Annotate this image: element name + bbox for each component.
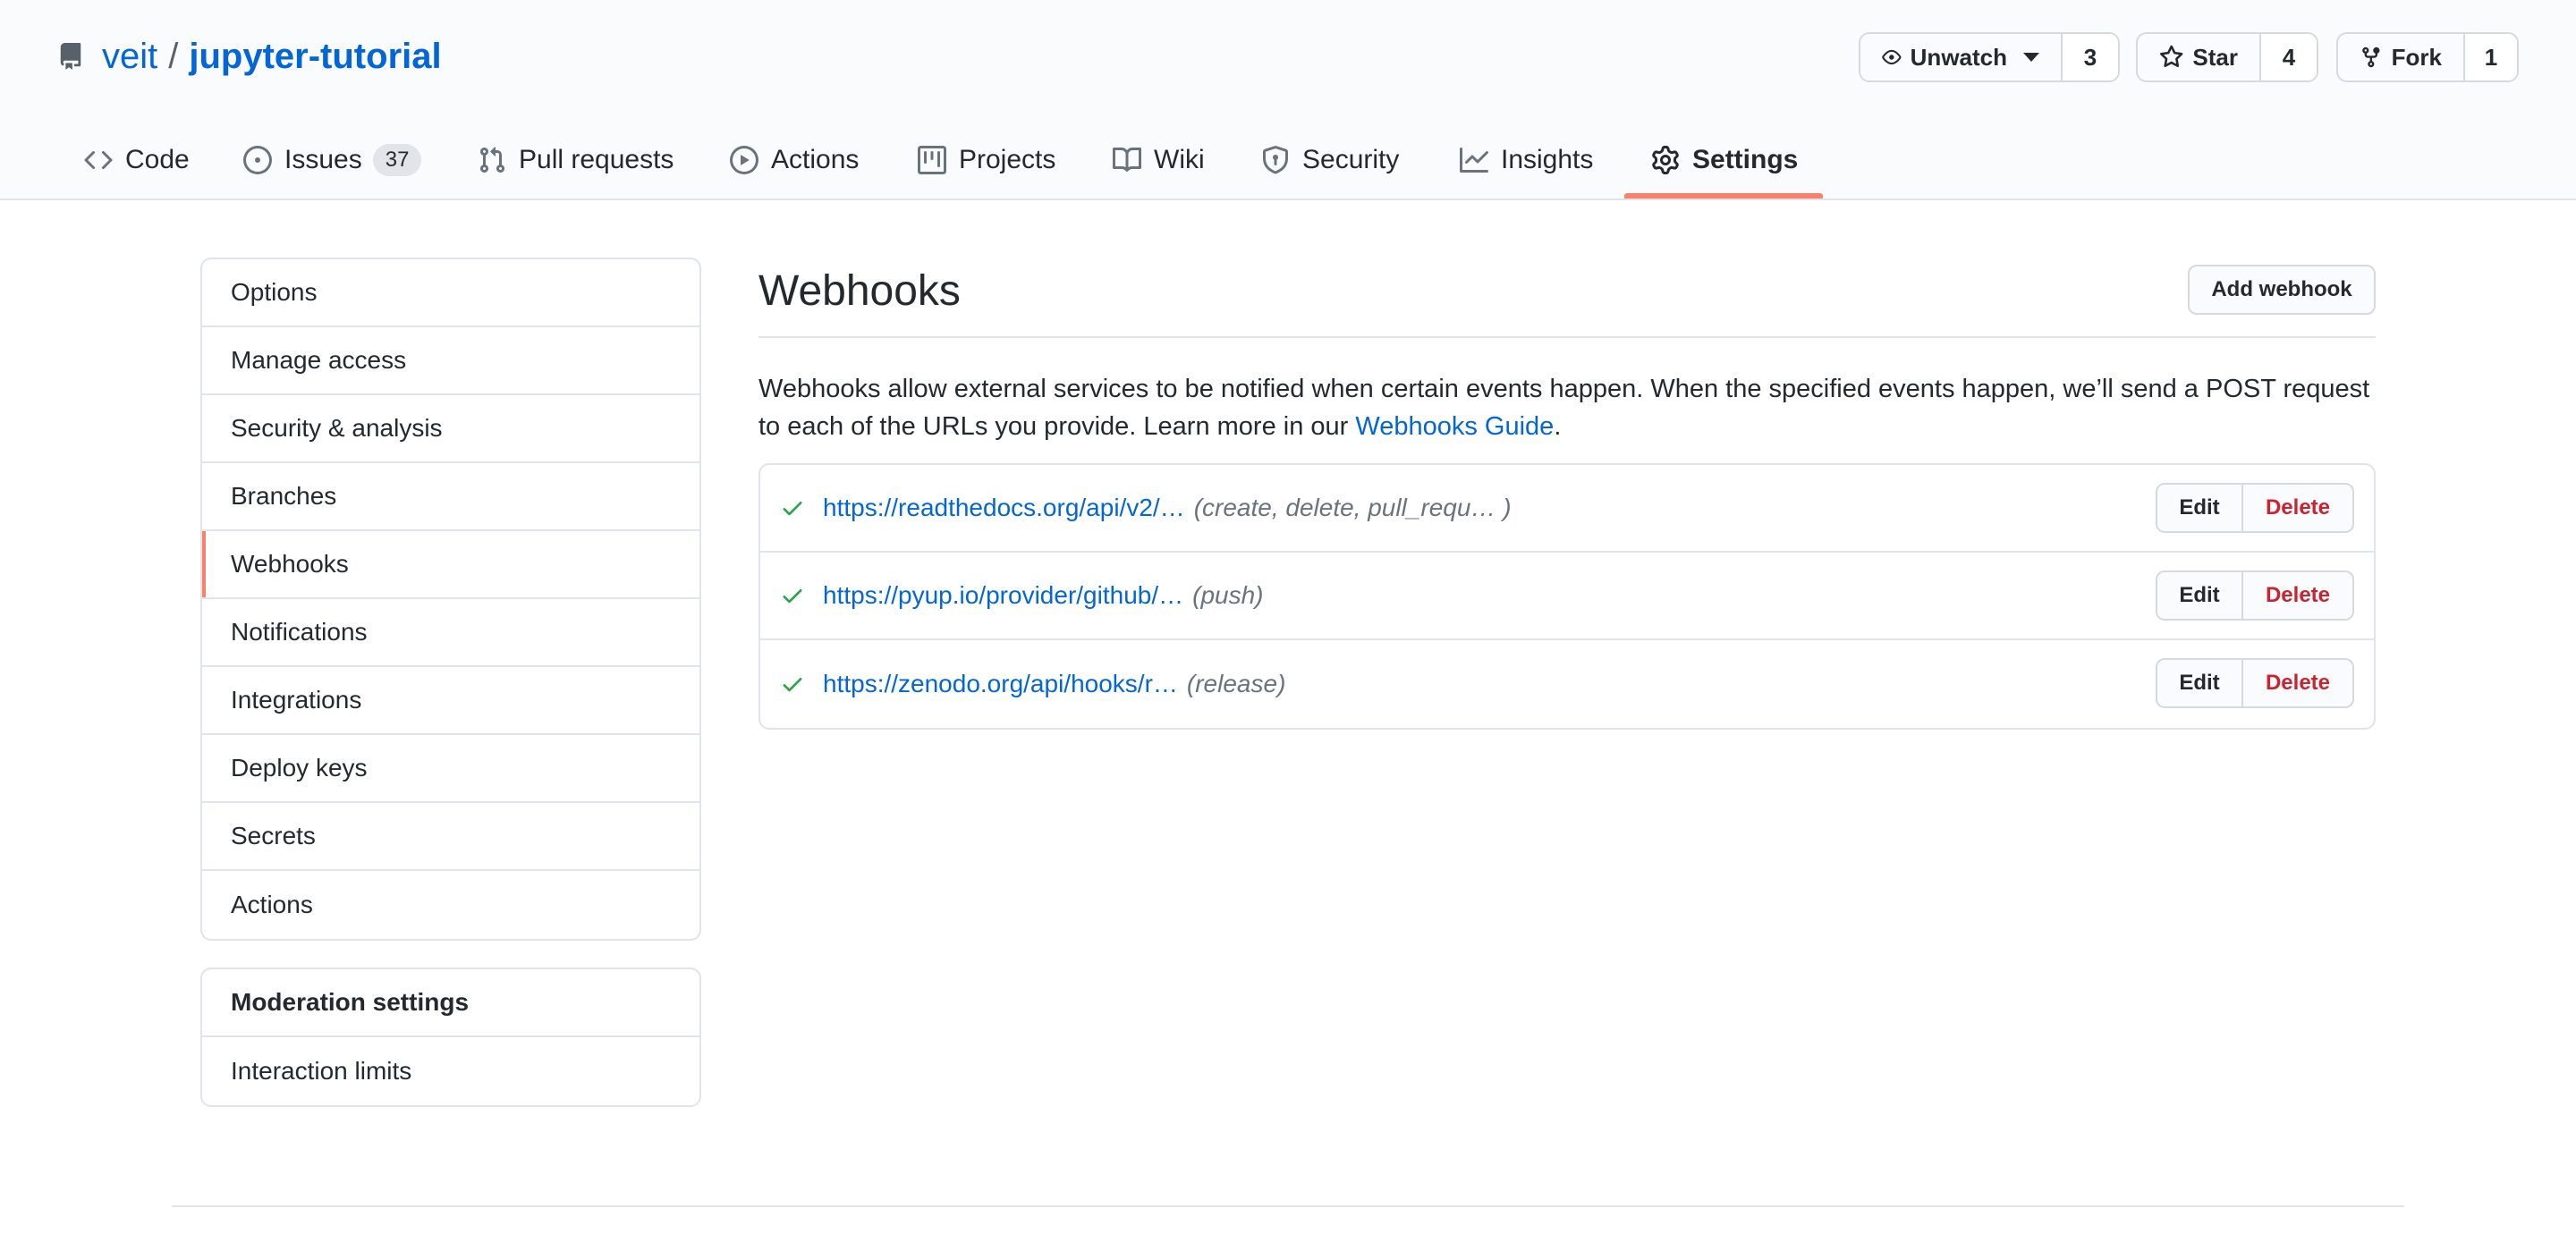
unwatch-label: Unwatch (1910, 43, 2007, 71)
moderation-sidebar: Moderation settings Interaction limits (200, 967, 701, 1107)
webhooks-main: Webhooks Add webhook Webhooks allow exte… (758, 258, 2376, 730)
check-icon (780, 583, 805, 608)
sidebar-item-integrations[interactable]: Integrations (202, 667, 699, 735)
forks-count[interactable]: 1 (2463, 34, 2517, 80)
stargazers-count[interactable]: 4 (2259, 34, 2317, 80)
settings-sidebar: Options Manage access Security & analysi… (200, 258, 701, 941)
sidebar-item-webhooks[interactable]: Webhooks (202, 531, 699, 599)
tab-pull-requests[interactable]: Pull requests (478, 120, 674, 200)
book-icon (1113, 147, 1141, 172)
sidebar-item-branches[interactable]: Branches (202, 463, 699, 531)
star-group: Star 4 (2136, 32, 2318, 82)
webhook-actions: Edit Delete (2156, 483, 2354, 533)
check-icon (780, 672, 805, 697)
play-icon (730, 146, 758, 174)
delete-webhook-button[interactable]: Delete (2243, 483, 2354, 533)
star-button[interactable]: Star (2138, 34, 2259, 80)
repo-owner-link[interactable]: veit (102, 37, 157, 77)
eye-icon (1882, 49, 1902, 65)
webhook-url-link[interactable]: https://zenodo.org/api/hooks/r… (823, 670, 1178, 698)
webhook-url-link[interactable]: https://pyup.io/provider/github/… (823, 581, 1183, 610)
add-webhook-button[interactable]: Add webhook (2188, 265, 2376, 315)
tab-settings[interactable]: Settings (1651, 120, 1798, 200)
tab-projects[interactable]: Projects (918, 120, 1055, 200)
repo-nav-tabs: Code Issues 37 Pull requests Actions Pro… (0, 120, 2576, 200)
tab-wiki[interactable]: Wiki (1113, 120, 1205, 200)
selected-tab-indicator (1624, 193, 1823, 199)
edit-webhook-button[interactable]: Edit (2156, 658, 2243, 708)
sidebar-item-notifications[interactable]: Notifications (202, 599, 699, 667)
sidebar-item-options[interactable]: Options (202, 259, 699, 327)
tab-code[interactable]: Code (84, 120, 190, 200)
page-title: Webhooks (758, 267, 961, 315)
sidebar-item-deploy-keys[interactable]: Deploy keys (202, 735, 699, 803)
git-pull-request-icon (479, 147, 505, 173)
issues-count-badge: 37 (372, 144, 422, 176)
subhead: Webhooks Add webhook (758, 258, 2376, 338)
shield-icon (1263, 146, 1288, 174)
tab-security[interactable]: Security (1261, 120, 1399, 200)
description-text: Webhooks allow external services to be n… (758, 375, 2370, 441)
issue-opened-icon (243, 146, 272, 174)
webhook-list: https://readthedocs.org/api/v2/… (create… (758, 463, 2376, 730)
delete-webhook-button[interactable]: Delete (2243, 570, 2354, 621)
fork-label: Fork (2391, 43, 2442, 71)
tab-insights-label: Insights (1501, 145, 1594, 174)
edit-webhook-button[interactable]: Edit (2156, 483, 2243, 533)
tab-issues-label: Issues (284, 145, 362, 174)
watchers-count[interactable]: 3 (2061, 34, 2118, 80)
repo-icon (57, 41, 84, 72)
tab-pull-requests-label: Pull requests (519, 145, 674, 174)
fork-group: Fork 1 (2336, 32, 2519, 82)
tab-code-label: Code (125, 145, 190, 174)
tab-actions[interactable]: Actions (730, 120, 859, 200)
code-icon (84, 150, 113, 170)
sidebar-item-secrets[interactable]: Secrets (202, 803, 699, 871)
sidebar-item-security-analysis[interactable]: Security & analysis (202, 395, 699, 463)
repo-forked-icon (2362, 46, 2380, 68)
webhook-events: (push) (1192, 581, 1264, 609)
webhooks-description: Webhooks allow external services to be n… (758, 370, 2376, 445)
repository-header: veit / jupyter-tutorial Unwatch 3 Star 4… (0, 0, 2576, 200)
webhook-actions: Edit Delete (2156, 570, 2354, 621)
webhook-url-link[interactable]: https://readthedocs.org/api/v2/… (823, 494, 1185, 522)
sidebar-item-actions[interactable]: Actions (202, 871, 699, 939)
repo-name-link[interactable]: jupyter-tutorial (189, 37, 441, 77)
check-icon (780, 495, 805, 520)
star-label: Star (2192, 43, 2238, 71)
tab-security-label: Security (1302, 145, 1400, 174)
tab-settings-label: Settings (1692, 145, 1799, 174)
repo-separator: / (168, 36, 179, 76)
webhook-row: https://zenodo.org/api/hooks/r… (release… (760, 640, 2374, 728)
tab-insights[interactable]: Insights (1460, 120, 1593, 200)
tab-wiki-label: Wiki (1154, 145, 1205, 174)
chevron-down-icon (2023, 53, 2039, 62)
description-end: . (1554, 412, 1562, 441)
tab-issues[interactable]: Issues 37 (243, 120, 422, 200)
star-icon (2160, 45, 2183, 67)
sidebar-item-interaction-limits[interactable]: Interaction limits (202, 1037, 699, 1105)
webhook-row: https://pyup.io/provider/github/… (push)… (760, 553, 2374, 640)
moderation-settings-heading: Moderation settings (202, 969, 699, 1037)
tab-actions-label: Actions (771, 145, 860, 174)
project-icon (918, 146, 946, 174)
fork-button[interactable]: Fork (2338, 34, 2463, 80)
repo-title: veit / jupyter-tutorial (57, 32, 442, 80)
tab-projects-label: Projects (959, 145, 1056, 174)
webhook-events: (create, delete, pull_requ… ) (1193, 494, 1512, 521)
delete-webhook-button[interactable]: Delete (2243, 658, 2354, 708)
webhook-row: https://readthedocs.org/api/v2/… (create… (760, 465, 2374, 553)
webhooks-guide-link[interactable]: Webhooks Guide (1355, 412, 1554, 441)
edit-webhook-button[interactable]: Edit (2156, 570, 2243, 621)
unwatch-button[interactable]: Unwatch (1860, 34, 2061, 80)
watch-group: Unwatch 3 (1859, 32, 2120, 82)
footer-divider (172, 1205, 2404, 1207)
webhook-events: (release) (1186, 670, 1286, 697)
graph-icon (1460, 148, 1488, 173)
gear-icon (1652, 146, 1679, 174)
sidebar-item-manage-access[interactable]: Manage access (202, 327, 699, 395)
webhook-actions: Edit Delete (2156, 658, 2354, 708)
